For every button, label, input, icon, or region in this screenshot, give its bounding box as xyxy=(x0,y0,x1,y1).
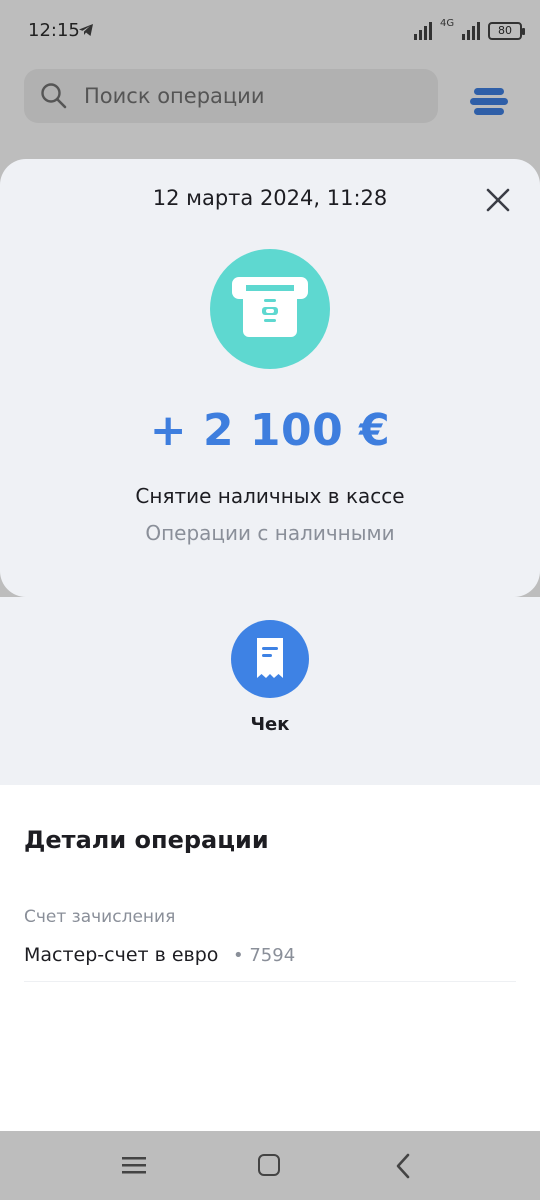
status-time: 12:15 xyxy=(28,20,80,41)
receipt-label: Чек xyxy=(250,714,290,735)
telegram-icon xyxy=(79,24,93,36)
account-label: Счет зачисления xyxy=(24,907,176,927)
search-placeholder: Поиск операции xyxy=(84,84,265,108)
home-icon[interactable] xyxy=(258,1154,280,1176)
cash-register-icon xyxy=(232,277,308,337)
close-icon[interactable] xyxy=(484,186,512,214)
operation-title: Снятие наличных в кассе xyxy=(135,484,405,508)
operation-date: 12 марта 2024, 11:28 xyxy=(152,186,388,210)
signal-icon xyxy=(414,22,432,40)
menu-icon[interactable] xyxy=(470,86,508,118)
receipt-button[interactable] xyxy=(231,620,309,698)
search-input[interactable]: Поиск операции xyxy=(24,69,438,123)
divider xyxy=(24,981,516,982)
network-type: 4G xyxy=(440,18,455,29)
operation-card: 12 марта 2024, 11:28 + 2 100 € Снятие на… xyxy=(0,159,540,597)
signal-icon xyxy=(462,22,480,40)
recent-apps-icon[interactable] xyxy=(122,1155,146,1175)
cash-withdrawal-icon xyxy=(210,249,330,369)
operation-amount: + 2 100 € xyxy=(149,405,391,456)
battery-icon: 80 xyxy=(488,22,525,40)
receipt-icon xyxy=(257,638,283,678)
operation-category[interactable]: Операции с наличными xyxy=(0,521,540,545)
details-title: Детали операции xyxy=(24,826,269,854)
account-value[interactable]: Мастер-счет в евро xyxy=(24,944,218,966)
operation-details: Детали операции Счет зачисления Мастер-с… xyxy=(0,785,540,1131)
status-bar: 12:15 4G 80 xyxy=(0,0,540,62)
actions-section: Чек xyxy=(0,597,540,785)
back-icon[interactable] xyxy=(394,1153,412,1179)
search-icon xyxy=(41,83,67,109)
account-number: • 7594 xyxy=(233,945,296,966)
system-nav-bar xyxy=(0,1131,540,1200)
